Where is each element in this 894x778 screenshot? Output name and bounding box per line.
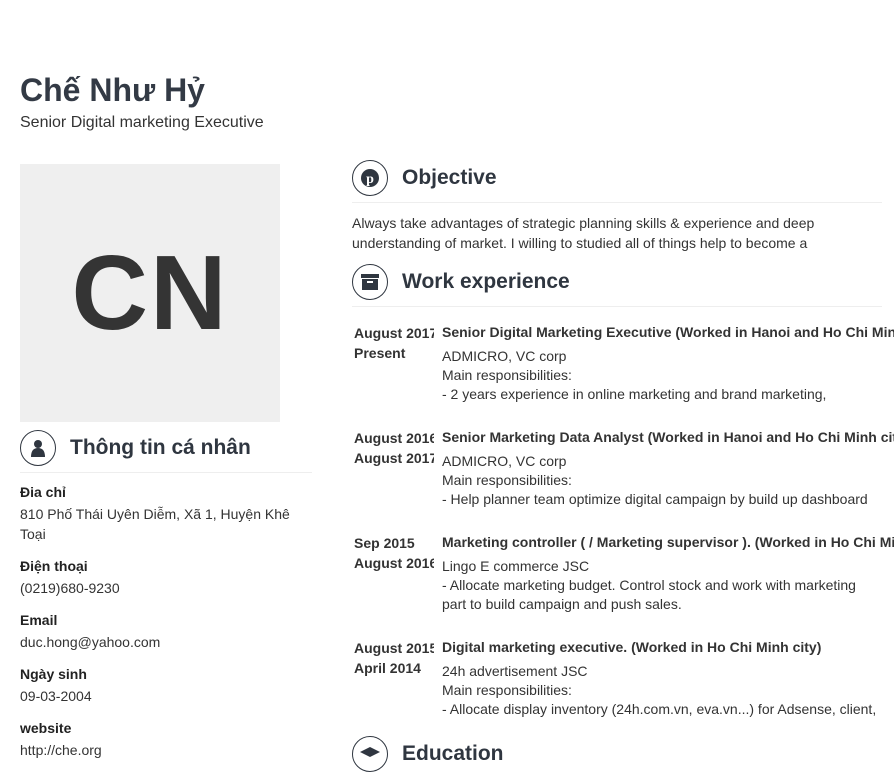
job-position: Senior Marketing Data Analyst (Worked in… <box>442 429 894 445</box>
work-heading: Work experience <box>402 270 570 293</box>
job-company: Lingo E commerce JSC <box>442 558 590 574</box>
objective-heading: Objective <box>402 166 497 189</box>
job-entry: August 2015 April 2014 Digital marketing … <box>354 638 894 719</box>
job-line: - Help planner team optimize digital cam… <box>442 491 868 507</box>
education-header: Education <box>352 736 882 778</box>
job-line: Main responsibilities: <box>442 472 572 488</box>
job-entry: August 2016 August 2017 Senior Marketing … <box>354 428 894 509</box>
job-entry: August 2017 Present Senior Digital Market… <box>354 323 894 404</box>
svg-text:p: p <box>366 172 374 187</box>
graduation-cap-icon <box>352 736 388 772</box>
avatar: CN <box>20 164 280 422</box>
work-header: Work experience <box>352 264 882 307</box>
job-position: Marketing controller ( / Marketing super… <box>442 534 894 550</box>
job-line: - Allocate display inventory (24h.com.vn… <box>442 701 877 717</box>
job-position: Senior Digital Marketing Executive (Work… <box>442 324 894 340</box>
field-value[interactable]: http://che.org <box>20 740 300 760</box>
personal-info-header: Thông tin cá nhân <box>20 430 312 473</box>
job-from: August 2017 <box>354 325 434 341</box>
pinterest-icon: p <box>352 160 388 196</box>
field-label: Email <box>20 612 58 628</box>
objective-line: understanding of market. I willing to st… <box>352 235 808 251</box>
field-label: Ngày sinh <box>20 666 87 682</box>
job-to: Present <box>354 345 406 361</box>
job-position: Digital marketing executive. (Worked in … <box>442 639 822 655</box>
job-to: August 2016 <box>354 555 434 571</box>
job-line: - Allocate marketing budget. Control sto… <box>442 577 856 593</box>
job-to: April 2014 <box>354 660 421 676</box>
personal-info-heading: Thông tin cá nhân <box>70 436 251 459</box>
field-value: duc.hong@yahoo.com <box>20 634 161 650</box>
archive-icon <box>352 264 388 300</box>
job-line: part to build campaign and push sales. <box>442 596 682 612</box>
user-icon <box>20 430 56 466</box>
personal-info: Đia chỉ 810 Phố Thái Uyên Diễm, Xã 1, Hu… <box>20 484 300 774</box>
objective-text: Always take advantages of strategic plan… <box>352 213 872 253</box>
job-from: Sep 2015 <box>354 535 415 551</box>
field-value: 09-03-2004 <box>20 688 92 704</box>
job-company: ADMICRO, VC corp <box>442 348 567 364</box>
field-label: website <box>20 720 72 736</box>
job-to: August 2017 <box>354 450 434 466</box>
field-label: Điện thoại <box>20 558 88 574</box>
candidate-name: Chế Như Hỷ <box>20 72 205 108</box>
job-entry: Sep 2015 August 2016 Marketing controller… <box>354 533 894 614</box>
field-value: (0219)680-9230 <box>20 580 120 596</box>
candidate-title: Senior Digital marketing Executive <box>20 114 264 131</box>
job-line: Main responsibilities: <box>442 367 572 383</box>
objective-line: Always take advantages of strategic plan… <box>352 215 815 231</box>
job-from: August 2016 <box>354 430 434 446</box>
job-from: August 2015 <box>354 640 434 656</box>
objective-header: p Objective <box>352 160 882 203</box>
job-company: 24h advertisement JSC <box>442 663 588 679</box>
job-line: Main responsibilities: <box>442 682 572 698</box>
field-label: Đia chỉ <box>20 484 66 500</box>
education-heading: Education <box>402 742 504 765</box>
job-line: - 2 years experience in online marketing… <box>442 386 827 402</box>
avatar-initials: CN <box>71 233 229 352</box>
job-company: ADMICRO, VC corp <box>442 453 567 469</box>
field-value: 810 Phố Thái Uyên Diễm, Xã 1, Huyện Khê … <box>20 506 290 542</box>
